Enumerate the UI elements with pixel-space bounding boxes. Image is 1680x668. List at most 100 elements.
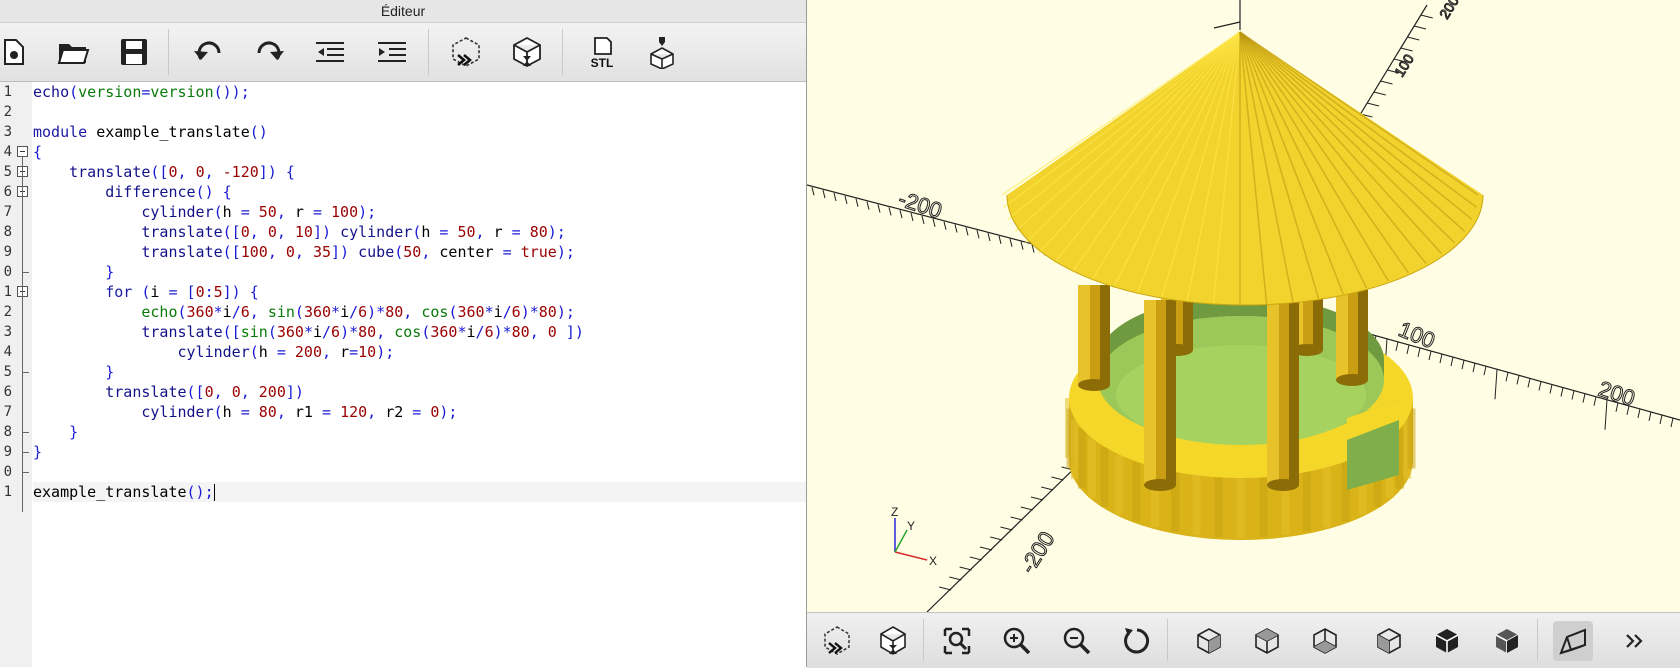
reset-view-button[interactable] xyxy=(1117,621,1157,661)
undo-button[interactable] xyxy=(188,32,228,72)
perspective-button[interactable] xyxy=(1553,621,1593,661)
preview-button[interactable] xyxy=(446,32,486,72)
code-line[interactable]: } xyxy=(33,362,806,382)
send-to-printer-button[interactable] xyxy=(642,32,682,72)
code-token: r xyxy=(493,223,503,241)
undo-icon xyxy=(194,41,221,60)
code-line[interactable]: cylinder(h = 200, r=10); xyxy=(33,342,806,362)
code-line[interactable]: } xyxy=(33,442,806,462)
code-editor[interactable]: 123456789012345678901 echo(version=versi… xyxy=(0,82,806,667)
preview-button[interactable] xyxy=(817,621,857,661)
toolbar-separator xyxy=(1167,619,1168,661)
axis-label-x-neg: -200 xyxy=(895,186,945,223)
code-token: 0 xyxy=(168,163,178,181)
axis-label-y-pos2: 200 xyxy=(1436,0,1462,22)
fold-end-tick xyxy=(22,432,29,433)
view-left-button[interactable] xyxy=(1369,621,1409,661)
code-line[interactable] xyxy=(33,462,806,482)
code-token: / xyxy=(322,323,332,341)
code-token: i xyxy=(466,323,476,341)
zoom-out-button[interactable] xyxy=(1057,621,1097,661)
export-stl-button[interactable]: STL xyxy=(582,32,622,72)
code-token: ]) { xyxy=(258,163,295,181)
code-token: 0 xyxy=(204,383,214,401)
code-line[interactable]: translate([0, 0, -120]) { xyxy=(33,162,806,182)
line-number: 7 xyxy=(3,404,12,420)
redo-button[interactable] xyxy=(250,32,290,72)
view-back-button[interactable] xyxy=(1487,621,1527,661)
editor-title-bar: Éditeur xyxy=(0,0,806,23)
line-number: 8 xyxy=(3,424,12,440)
code-line[interactable]: translate([sin(360*i/6)*80, cos(360*i/6)… xyxy=(33,322,806,342)
line-number: 0 xyxy=(3,464,12,480)
new-file-button[interactable] xyxy=(0,32,32,72)
render-icon xyxy=(513,36,541,68)
view-all-button[interactable] xyxy=(937,621,977,661)
render-button[interactable] xyxy=(507,32,547,72)
code-token: () { xyxy=(195,183,232,201)
code-token: ( xyxy=(132,283,151,301)
view-front-icon xyxy=(1435,629,1459,653)
code-line[interactable]: for (i = [0:5]) { xyxy=(33,282,806,302)
code-token: ( xyxy=(294,303,304,321)
editor-title: Éditeur xyxy=(380,3,426,19)
code-line[interactable] xyxy=(33,102,806,122)
axis-label-x-100: 100 xyxy=(1395,316,1438,353)
code-token: ); xyxy=(556,243,575,261)
line-number: 7 xyxy=(3,204,12,220)
code-token: ]) { xyxy=(222,283,259,301)
code-token: difference xyxy=(105,183,196,201)
more-button[interactable] xyxy=(1615,621,1655,661)
view-front-button[interactable] xyxy=(1427,621,1467,661)
3d-viewport[interactable]: -200 100 200 -200 100 100 200 xyxy=(807,0,1680,612)
code-line[interactable]: } xyxy=(33,262,806,282)
unindent-button[interactable] xyxy=(310,32,350,72)
indent-button[interactable] xyxy=(372,32,412,72)
code-token: cylinder xyxy=(141,203,214,221)
code-token: 120 xyxy=(340,403,368,421)
code-line[interactable]: example_translate(); xyxy=(33,482,806,502)
view-bottom-button[interactable] xyxy=(1305,621,1345,661)
stl-export-icon: STL xyxy=(591,37,613,69)
code-token: i xyxy=(312,323,322,341)
code-token: () xyxy=(249,123,268,141)
text-caret xyxy=(213,484,215,501)
open-button[interactable] xyxy=(53,32,93,72)
fold-end-tick xyxy=(22,272,29,273)
preview-icon xyxy=(452,37,480,67)
code-token: sin xyxy=(240,323,268,341)
code-token: r xyxy=(340,343,350,361)
code-line[interactable]: echo(version=version()); xyxy=(33,82,806,102)
save-button[interactable] xyxy=(114,32,154,72)
code-token: { xyxy=(33,143,43,161)
code-line[interactable]: translate([100, 0, 35]) cube(50, center … xyxy=(33,242,806,262)
code-line[interactable]: translate([0, 0, 200]) xyxy=(33,382,806,402)
zoom-in-button[interactable] xyxy=(997,621,1037,661)
view-top-button[interactable] xyxy=(1247,621,1287,661)
code-line[interactable]: module example_translate() xyxy=(33,122,806,142)
code-line[interactable]: cylinder(h = 50, r = 100); xyxy=(33,202,806,222)
reset-view-icon xyxy=(1124,628,1150,654)
code-token: ([ xyxy=(222,323,241,341)
print-3d-icon xyxy=(650,37,674,69)
code-token: , xyxy=(403,303,422,321)
code-line[interactable]: { xyxy=(33,142,806,162)
code-line[interactable]: } xyxy=(33,422,806,442)
view-right-button[interactable] xyxy=(1189,621,1229,661)
code-token: version xyxy=(78,83,142,101)
code-line[interactable]: difference() { xyxy=(33,182,806,202)
render-button[interactable] xyxy=(873,621,913,661)
fold-toggle[interactable] xyxy=(17,146,28,157)
code-token: , xyxy=(294,243,313,261)
line-number: 1 xyxy=(3,484,12,500)
code-line[interactable]: cylinder(h = 80, r1 = 120, r2 = 0); xyxy=(33,402,806,422)
redo-icon xyxy=(257,41,284,60)
axis-label-y-neg: -200 xyxy=(1015,527,1060,578)
code-line[interactable]: translate([0, 0, 10]) cylinder(h = 50, r… xyxy=(33,222,806,242)
code-token: cube xyxy=(358,243,395,261)
code-line[interactable]: echo(360*i/6, sin(360*i/6)*80, cos(360*i… xyxy=(33,302,806,322)
